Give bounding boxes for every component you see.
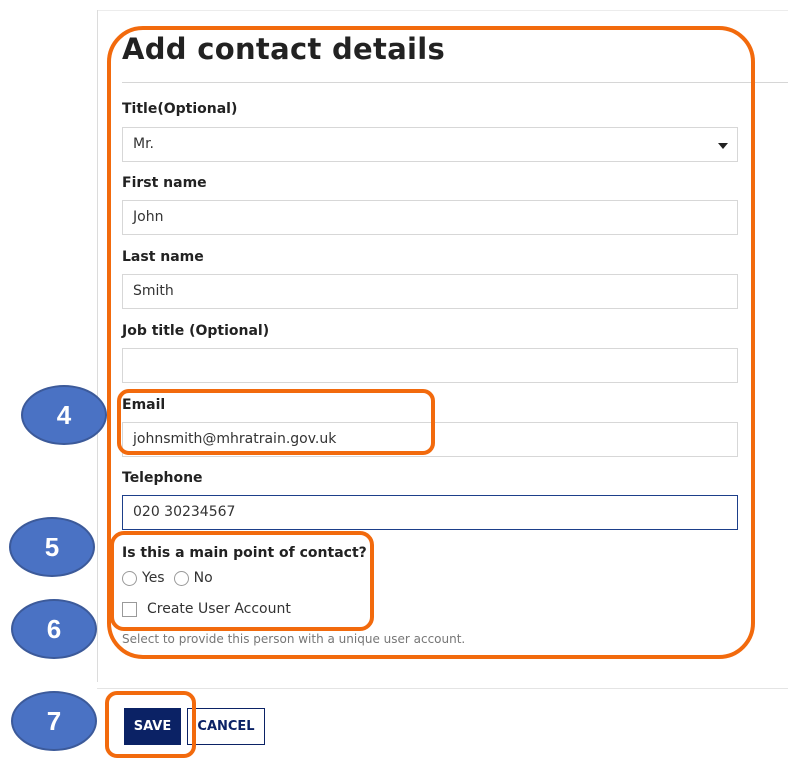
cancel-button[interactable]: CANCEL xyxy=(187,708,265,745)
panel-left-border xyxy=(97,10,98,682)
email-callout-outline xyxy=(117,389,435,455)
contact-callout-outline xyxy=(110,531,374,631)
panel-top-border xyxy=(97,10,788,11)
step-badge-4: 4 xyxy=(21,385,107,445)
step-badge-7: 7 xyxy=(11,691,97,751)
step-badge-5: 5 xyxy=(9,517,95,577)
save-callout-outline xyxy=(105,691,196,758)
step-badge-6: 6 xyxy=(11,599,97,659)
footer-divider xyxy=(97,688,788,689)
